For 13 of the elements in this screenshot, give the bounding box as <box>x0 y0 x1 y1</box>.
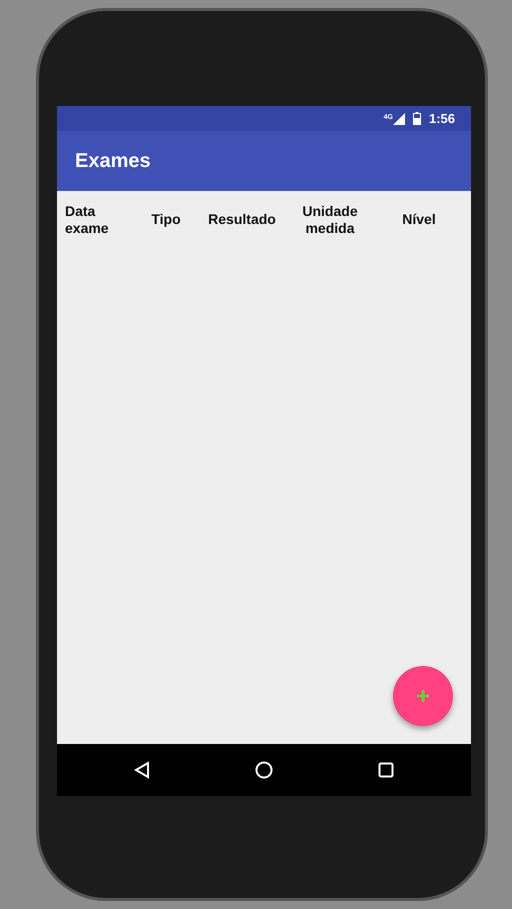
column-header: Data exame <box>65 203 110 237</box>
toolbar-title: Exames <box>75 149 151 174</box>
column-header: Nível <box>401 211 437 228</box>
plus-icon <box>417 690 429 702</box>
column-header: Resultado <box>207 211 277 228</box>
battery-icon <box>412 112 421 125</box>
recents-icon[interactable] <box>378 762 394 778</box>
back-icon[interactable] <box>134 761 150 779</box>
signal-icon <box>392 112 405 124</box>
column-header: Tipo <box>150 211 182 228</box>
clock-time: 1:56 <box>428 110 455 128</box>
column-header: Unidade medida <box>301 203 359 237</box>
home-icon[interactable] <box>254 761 273 779</box>
